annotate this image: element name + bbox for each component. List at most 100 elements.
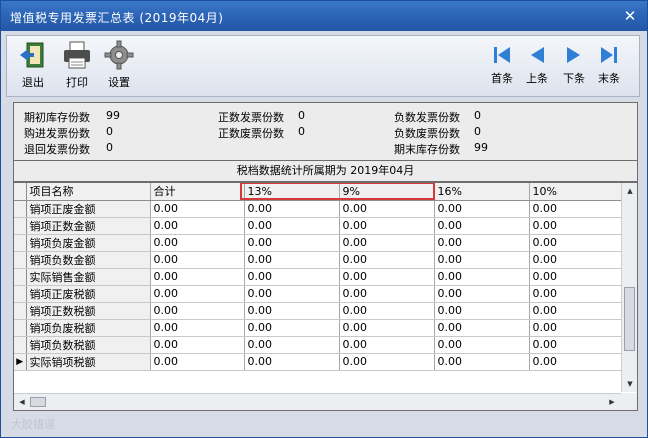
row-indicator[interactable] xyxy=(14,319,27,337)
grid-cell[interactable]: 0.00 xyxy=(150,268,245,286)
row-indicator[interactable] xyxy=(14,285,27,303)
row-indicator[interactable] xyxy=(14,336,27,354)
row-indicator[interactable] xyxy=(14,268,27,286)
grid-cell[interactable]: 0.00 xyxy=(244,200,340,218)
vertical-scrollbar[interactable]: ▲ ▼ xyxy=(621,183,637,392)
tax-summary-grid[interactable]: 项目名称 合计 13% 9% 16% 10% 销项正废金额 0.00 0.00 0.0… xyxy=(13,182,638,411)
grid-cell[interactable]: 0.00 xyxy=(339,319,435,337)
grid-cell[interactable]: 0.00 xyxy=(434,217,530,235)
table-row[interactable]: 实际销售金额 0.00 0.00 0.00 0.00 0.00 xyxy=(14,268,622,286)
row-item-name[interactable]: 销项正数税额 xyxy=(26,302,151,320)
grid-cell[interactable]: 0.00 xyxy=(150,200,245,218)
row-indicator[interactable] xyxy=(14,302,27,320)
table-row[interactable]: 销项正废税额 0.00 0.00 0.00 0.00 0.00 xyxy=(14,285,622,303)
horizontal-scroll-thumb[interactable] xyxy=(30,397,46,407)
grid-cell[interactable]: 0.00 xyxy=(434,234,530,252)
row-indicator[interactable] xyxy=(14,200,27,218)
table-row[interactable]: 销项负数金额 0.00 0.00 0.00 0.00 0.00 xyxy=(14,251,622,269)
column-header[interactable]: 10% xyxy=(529,183,622,201)
grid-cell[interactable]: 0.00 xyxy=(434,336,530,354)
row-item-name[interactable]: 销项负数税额 xyxy=(26,336,151,354)
grid-cell[interactable]: 0.00 xyxy=(529,251,622,269)
grid-cell[interactable]: 0.00 xyxy=(244,319,340,337)
exit-button[interactable]: 退出 xyxy=(13,40,53,94)
grid-cell[interactable]: 0.00 xyxy=(244,268,340,286)
table-row[interactable]: ▶ 实际销项税额 0.00 0.00 0.00 0.00 0.00 xyxy=(14,353,622,371)
grid-cell[interactable]: 0.00 xyxy=(339,268,435,286)
grid-cell[interactable]: 0.00 xyxy=(150,234,245,252)
grid-cell[interactable]: 0.00 xyxy=(150,336,245,354)
grid-cell[interactable]: 0.00 xyxy=(339,200,435,218)
grid-cell[interactable]: 0.00 xyxy=(150,319,245,337)
grid-cell[interactable]: 0.00 xyxy=(434,268,530,286)
grid-cell[interactable]: 0.00 xyxy=(339,217,435,235)
grid-cell[interactable]: 0.00 xyxy=(434,251,530,269)
grid-cell[interactable]: 0.00 xyxy=(529,353,622,371)
row-item-name[interactable]: 销项负废税额 xyxy=(26,319,151,337)
table-row[interactable]: 销项负废税额 0.00 0.00 0.00 0.00 0.00 xyxy=(14,319,622,337)
grid-cell[interactable]: 0.00 xyxy=(150,285,245,303)
row-item-name[interactable]: 实际销售金额 xyxy=(26,268,151,286)
row-indicator[interactable] xyxy=(14,251,27,269)
grid-cell[interactable]: 0.00 xyxy=(339,234,435,252)
grid-cell[interactable]: 0.00 xyxy=(529,336,622,354)
grid-cell[interactable]: 0.00 xyxy=(244,251,340,269)
row-indicator[interactable] xyxy=(14,234,27,252)
grid-cell[interactable]: 0.00 xyxy=(150,302,245,320)
prev-record-button[interactable]: 上条 xyxy=(519,44,555,92)
row-item-name[interactable]: 销项负废金额 xyxy=(26,234,151,252)
grid-cell[interactable]: 0.00 xyxy=(244,302,340,320)
grid-cell[interactable]: 0.00 xyxy=(529,217,622,235)
grid-cell[interactable]: 0.00 xyxy=(529,302,622,320)
row-item-name[interactable]: 销项正数金额 xyxy=(26,217,151,235)
grid-cell[interactable]: 0.00 xyxy=(150,251,245,269)
last-record-button[interactable]: 末条 xyxy=(591,44,627,92)
grid-cell[interactable]: 0.00 xyxy=(150,217,245,235)
scroll-left-icon[interactable]: ◀ xyxy=(17,397,27,407)
column-header[interactable]: 项目名称 xyxy=(26,183,151,201)
grid-cell[interactable]: 0.00 xyxy=(434,319,530,337)
row-item-name[interactable]: 销项正废金额 xyxy=(26,200,151,218)
grid-cell[interactable]: 0.00 xyxy=(339,302,435,320)
row-item-name[interactable]: 实际销项税额 xyxy=(26,353,151,371)
grid-cell[interactable]: 0.00 xyxy=(339,285,435,303)
scroll-down-icon[interactable]: ▼ xyxy=(625,379,635,389)
grid-cell[interactable]: 0.00 xyxy=(339,336,435,354)
grid-cell[interactable]: 0.00 xyxy=(244,285,340,303)
grid-cell[interactable]: 0.00 xyxy=(244,336,340,354)
column-header[interactable]: 合计 xyxy=(150,183,245,201)
table-row[interactable]: 销项正数金额 0.00 0.00 0.00 0.00 0.00 xyxy=(14,217,622,235)
grid-cell[interactable]: 0.00 xyxy=(434,302,530,320)
grid-cell[interactable]: 0.00 xyxy=(434,353,530,371)
row-item-name[interactable]: 销项负数金额 xyxy=(26,251,151,269)
column-header[interactable]: 16% xyxy=(434,183,530,201)
table-row[interactable]: 销项负废金额 0.00 0.00 0.00 0.00 0.00 xyxy=(14,234,622,252)
first-record-button[interactable]: 首条 xyxy=(484,44,520,92)
table-row[interactable]: 销项正废金额 0.00 0.00 0.00 0.00 0.00 xyxy=(14,200,622,218)
row-indicator[interactable] xyxy=(14,217,27,235)
settings-button[interactable]: 设置 xyxy=(99,40,139,94)
next-record-button[interactable]: 下条 xyxy=(556,44,592,92)
row-indicator[interactable]: ▶ xyxy=(14,353,27,371)
grid-cell[interactable]: 0.00 xyxy=(339,353,435,371)
grid-cell[interactable]: 0.00 xyxy=(529,285,622,303)
grid-cell[interactable]: 0.00 xyxy=(150,353,245,371)
horizontal-scrollbar[interactable]: ◀ ▶ xyxy=(14,393,621,410)
grid-cell[interactable]: 0.00 xyxy=(529,234,622,252)
print-button[interactable]: 打印 xyxy=(57,40,97,94)
scroll-right-icon[interactable]: ▶ xyxy=(607,397,617,407)
grid-cell[interactable]: 0.00 xyxy=(244,217,340,235)
grid-cell[interactable]: 0.00 xyxy=(244,234,340,252)
grid-cell[interactable]: 0.00 xyxy=(244,353,340,371)
grid-cell[interactable]: 0.00 xyxy=(434,285,530,303)
table-row[interactable]: 销项正数税额 0.00 0.00 0.00 0.00 0.00 xyxy=(14,302,622,320)
row-item-name[interactable]: 销项正废税额 xyxy=(26,285,151,303)
grid-cell[interactable]: 0.00 xyxy=(339,251,435,269)
grid-cell[interactable]: 0.00 xyxy=(529,268,622,286)
close-button[interactable]: ✕ xyxy=(621,7,639,25)
grid-cell[interactable]: 0.00 xyxy=(529,200,622,218)
vertical-scroll-thumb[interactable] xyxy=(624,287,635,351)
scroll-up-icon[interactable]: ▲ xyxy=(625,186,635,196)
table-row[interactable]: 销项负数税额 0.00 0.00 0.00 0.00 0.00 xyxy=(14,336,622,354)
grid-cell[interactable]: 0.00 xyxy=(434,200,530,218)
